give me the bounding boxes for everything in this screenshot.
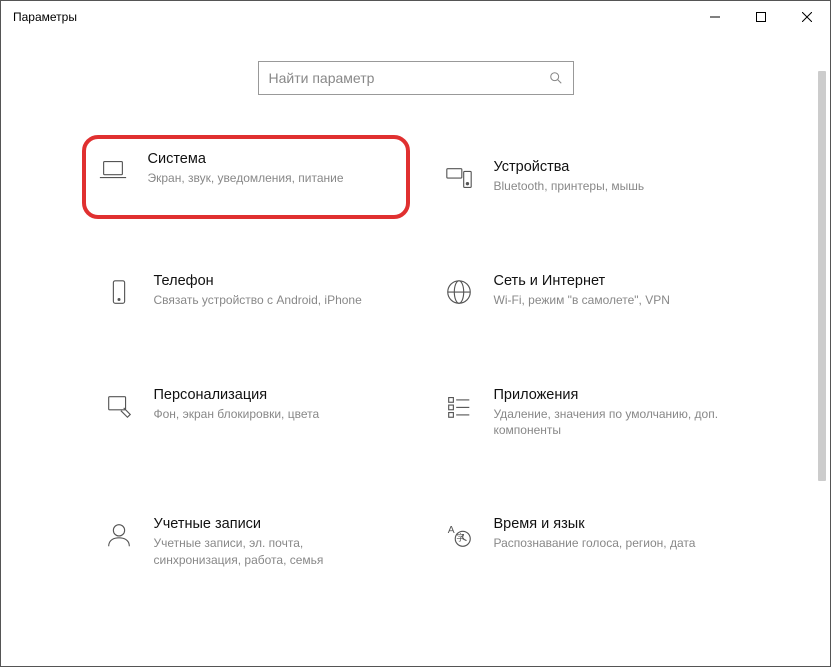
tile-text: Система Экран, звук, уведомления, питани…: [148, 151, 396, 186]
tile-desc: Wi-Fi, режим "в самолете", VPN: [494, 292, 730, 308]
tile-devices[interactable]: Устройства Bluetooth, принтеры, мышь: [436, 151, 736, 203]
time-language-icon: A字: [442, 518, 476, 552]
close-button[interactable]: [784, 1, 830, 33]
paintbrush-icon: [102, 389, 136, 423]
tile-system[interactable]: Система Экран, звук, уведомления, питани…: [82, 135, 410, 219]
phone-icon: [102, 275, 136, 309]
tile-text: Время и язык Распознавание голоса, регио…: [494, 516, 730, 551]
maximize-button[interactable]: [738, 1, 784, 33]
svg-text:字: 字: [456, 533, 464, 543]
search-container: [1, 33, 830, 115]
tile-text: Телефон Связать устройство с Android, iP…: [154, 273, 390, 308]
tile-desc: Распознавание голоса, регион, дата: [494, 535, 730, 551]
settings-window: Параметры: [0, 0, 831, 667]
tile-title: Устройства: [494, 159, 730, 175]
tile-text: Учетные записи Учетные записи, эл. почта…: [154, 516, 390, 567]
devices-icon: [442, 161, 476, 195]
apps-icon: [442, 389, 476, 423]
tile-title: Учетные записи: [154, 516, 390, 532]
tile-personalization[interactable]: Персонализация Фон, экран блокировки, цв…: [96, 379, 396, 446]
tile-apps[interactable]: Приложения Удаление, значения по умолчан…: [436, 379, 736, 446]
search-icon: [549, 71, 563, 85]
tile-time-language[interactable]: A字 Время и язык Распознавание голоса, ре…: [436, 508, 736, 575]
scrollbar[interactable]: [812, 33, 828, 666]
tile-network[interactable]: Сеть и Интернет Wi-Fi, режим "в самолете…: [436, 265, 736, 317]
tile-phone[interactable]: Телефон Связать устройство с Android, iP…: [96, 265, 396, 317]
tile-text: Устройства Bluetooth, принтеры, мышь: [494, 159, 730, 194]
minimize-button[interactable]: [692, 1, 738, 33]
tile-desc: Экран, звук, уведомления, питание: [148, 170, 396, 186]
scrollbar-thumb[interactable]: [818, 71, 826, 481]
titlebar: Параметры: [1, 1, 830, 33]
window-title: Параметры: [13, 10, 77, 24]
person-icon: [102, 518, 136, 552]
tile-desc: Фон, экран блокировки, цвета: [154, 406, 390, 422]
settings-grid: Система Экран, звук, уведомления, питани…: [96, 151, 736, 576]
tile-text: Сеть и Интернет Wi-Fi, режим "в самолете…: [494, 273, 730, 308]
tile-title: Система: [148, 151, 396, 167]
svg-text:A: A: [447, 526, 454, 537]
tile-desc: Bluetooth, принтеры, мышь: [494, 178, 730, 194]
search-input[interactable]: [269, 70, 549, 86]
tile-desc: Связать устройство с Android, iPhone: [154, 292, 390, 308]
tile-title: Телефон: [154, 273, 390, 289]
tile-title: Приложения: [494, 387, 730, 403]
content-area: Система Экран, звук, уведомления, питани…: [1, 33, 830, 666]
tile-accounts[interactable]: Учетные записи Учетные записи, эл. почта…: [96, 508, 396, 575]
tile-title: Время и язык: [494, 516, 730, 532]
search-box[interactable]: [258, 61, 574, 95]
tile-desc: Учетные записи, эл. почта, синхронизация…: [154, 535, 390, 567]
tile-title: Персонализация: [154, 387, 390, 403]
tile-title: Сеть и Интернет: [494, 273, 730, 289]
tile-desc: Удаление, значения по умолчанию, доп. ко…: [494, 406, 730, 438]
tile-text: Приложения Удаление, значения по умолчан…: [494, 387, 730, 438]
window-controls: [692, 1, 830, 33]
tile-text: Персонализация Фон, экран блокировки, цв…: [154, 387, 390, 422]
laptop-icon: [96, 153, 130, 187]
globe-icon: [442, 275, 476, 309]
